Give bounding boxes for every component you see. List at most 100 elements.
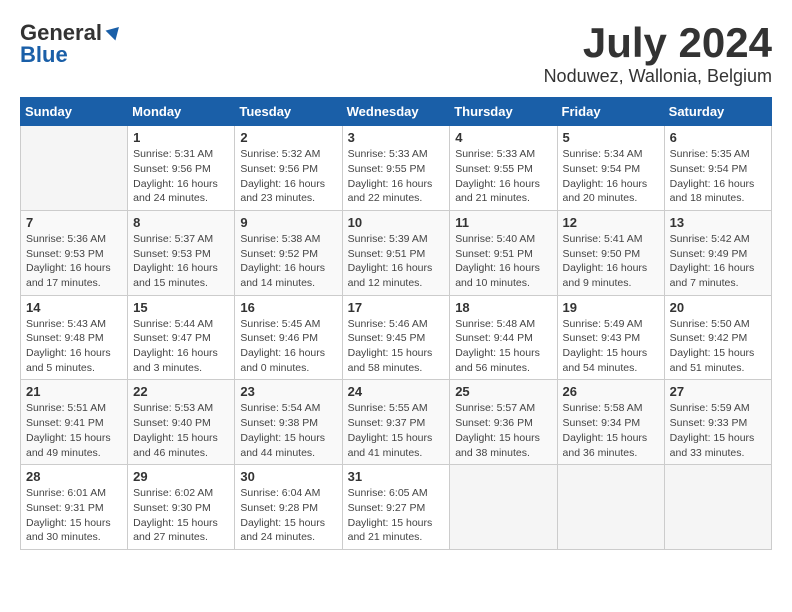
day-number: 26 bbox=[563, 384, 659, 399]
col-monday: Monday bbox=[128, 98, 235, 126]
day-info: Sunrise: 6:02 AMSunset: 9:30 PMDaylight:… bbox=[133, 486, 229, 545]
day-info: Sunrise: 5:31 AMSunset: 9:56 PMDaylight:… bbox=[133, 147, 229, 206]
table-row: 1 Sunrise: 5:31 AMSunset: 9:56 PMDayligh… bbox=[128, 126, 235, 211]
day-info: Sunrise: 5:37 AMSunset: 9:53 PMDaylight:… bbox=[133, 232, 229, 291]
day-info: Sunrise: 5:36 AMSunset: 9:53 PMDaylight:… bbox=[26, 232, 122, 291]
day-number: 12 bbox=[563, 215, 659, 230]
day-number: 15 bbox=[133, 300, 229, 315]
day-info: Sunrise: 5:45 AMSunset: 9:46 PMDaylight:… bbox=[240, 317, 336, 376]
table-row bbox=[557, 465, 664, 550]
day-number: 21 bbox=[26, 384, 122, 399]
day-info: Sunrise: 5:57 AMSunset: 9:36 PMDaylight:… bbox=[455, 401, 551, 460]
logo: General Blue bbox=[20, 20, 123, 68]
table-row: 5 Sunrise: 5:34 AMSunset: 9:54 PMDayligh… bbox=[557, 126, 664, 211]
calendar-week-row: 21 Sunrise: 5:51 AMSunset: 9:41 PMDaylig… bbox=[21, 380, 772, 465]
table-row bbox=[450, 465, 557, 550]
logo-arrow-icon bbox=[105, 23, 123, 46]
table-row: 4 Sunrise: 5:33 AMSunset: 9:55 PMDayligh… bbox=[450, 126, 557, 211]
calendar-table: Sunday Monday Tuesday Wednesday Thursday… bbox=[20, 97, 772, 550]
day-info: Sunrise: 5:55 AMSunset: 9:37 PMDaylight:… bbox=[348, 401, 445, 460]
day-info: Sunrise: 5:35 AMSunset: 9:54 PMDaylight:… bbox=[670, 147, 766, 206]
day-number: 22 bbox=[133, 384, 229, 399]
col-tuesday: Tuesday bbox=[235, 98, 342, 126]
table-row: 7 Sunrise: 5:36 AMSunset: 9:53 PMDayligh… bbox=[21, 210, 128, 295]
table-row: 10 Sunrise: 5:39 AMSunset: 9:51 PMDaylig… bbox=[342, 210, 450, 295]
col-wednesday: Wednesday bbox=[342, 98, 450, 126]
col-saturday: Saturday bbox=[664, 98, 771, 126]
table-row: 2 Sunrise: 5:32 AMSunset: 9:56 PMDayligh… bbox=[235, 126, 342, 211]
day-info: Sunrise: 6:05 AMSunset: 9:27 PMDaylight:… bbox=[348, 486, 445, 545]
day-number: 8 bbox=[133, 215, 229, 230]
day-info: Sunrise: 5:53 AMSunset: 9:40 PMDaylight:… bbox=[133, 401, 229, 460]
day-number: 9 bbox=[240, 215, 336, 230]
day-number: 19 bbox=[563, 300, 659, 315]
table-row: 14 Sunrise: 5:43 AMSunset: 9:48 PMDaylig… bbox=[21, 295, 128, 380]
day-info: Sunrise: 5:51 AMSunset: 9:41 PMDaylight:… bbox=[26, 401, 122, 460]
table-row: 11 Sunrise: 5:40 AMSunset: 9:51 PMDaylig… bbox=[450, 210, 557, 295]
day-info: Sunrise: 5:39 AMSunset: 9:51 PMDaylight:… bbox=[348, 232, 445, 291]
day-number: 16 bbox=[240, 300, 336, 315]
table-row: 23 Sunrise: 5:54 AMSunset: 9:38 PMDaylig… bbox=[235, 380, 342, 465]
day-number: 28 bbox=[26, 469, 122, 484]
day-number: 17 bbox=[348, 300, 445, 315]
table-row: 20 Sunrise: 5:50 AMSunset: 9:42 PMDaylig… bbox=[664, 295, 771, 380]
calendar-header-row: Sunday Monday Tuesday Wednesday Thursday… bbox=[21, 98, 772, 126]
table-row: 26 Sunrise: 5:58 AMSunset: 9:34 PMDaylig… bbox=[557, 380, 664, 465]
day-number: 2 bbox=[240, 130, 336, 145]
table-row: 6 Sunrise: 5:35 AMSunset: 9:54 PMDayligh… bbox=[664, 126, 771, 211]
title-block: July 2024 Noduwez, Wallonia, Belgium bbox=[544, 20, 772, 87]
table-row: 18 Sunrise: 5:48 AMSunset: 9:44 PMDaylig… bbox=[450, 295, 557, 380]
col-friday: Friday bbox=[557, 98, 664, 126]
day-info: Sunrise: 5:38 AMSunset: 9:52 PMDaylight:… bbox=[240, 232, 336, 291]
day-number: 27 bbox=[670, 384, 766, 399]
col-sunday: Sunday bbox=[21, 98, 128, 126]
calendar-week-row: 28 Sunrise: 6:01 AMSunset: 9:31 PMDaylig… bbox=[21, 465, 772, 550]
day-number: 31 bbox=[348, 469, 445, 484]
table-row: 15 Sunrise: 5:44 AMSunset: 9:47 PMDaylig… bbox=[128, 295, 235, 380]
day-info: Sunrise: 5:41 AMSunset: 9:50 PMDaylight:… bbox=[563, 232, 659, 291]
day-info: Sunrise: 5:33 AMSunset: 9:55 PMDaylight:… bbox=[348, 147, 445, 206]
day-info: Sunrise: 5:54 AMSunset: 9:38 PMDaylight:… bbox=[240, 401, 336, 460]
day-info: Sunrise: 6:01 AMSunset: 9:31 PMDaylight:… bbox=[26, 486, 122, 545]
day-info: Sunrise: 5:58 AMSunset: 9:34 PMDaylight:… bbox=[563, 401, 659, 460]
day-number: 14 bbox=[26, 300, 122, 315]
day-number: 11 bbox=[455, 215, 551, 230]
day-info: Sunrise: 5:32 AMSunset: 9:56 PMDaylight:… bbox=[240, 147, 336, 206]
day-number: 30 bbox=[240, 469, 336, 484]
calendar-week-row: 1 Sunrise: 5:31 AMSunset: 9:56 PMDayligh… bbox=[21, 126, 772, 211]
day-number: 24 bbox=[348, 384, 445, 399]
table-row: 30 Sunrise: 6:04 AMSunset: 9:28 PMDaylig… bbox=[235, 465, 342, 550]
day-info: Sunrise: 5:33 AMSunset: 9:55 PMDaylight:… bbox=[455, 147, 551, 206]
table-row: 28 Sunrise: 6:01 AMSunset: 9:31 PMDaylig… bbox=[21, 465, 128, 550]
day-number: 6 bbox=[670, 130, 766, 145]
day-number: 18 bbox=[455, 300, 551, 315]
page-header: General Blue July 2024 Noduwez, Wallonia… bbox=[20, 20, 772, 87]
col-thursday: Thursday bbox=[450, 98, 557, 126]
day-info: Sunrise: 5:43 AMSunset: 9:48 PMDaylight:… bbox=[26, 317, 122, 376]
table-row: 16 Sunrise: 5:45 AMSunset: 9:46 PMDaylig… bbox=[235, 295, 342, 380]
day-info: Sunrise: 5:48 AMSunset: 9:44 PMDaylight:… bbox=[455, 317, 551, 376]
table-row: 22 Sunrise: 5:53 AMSunset: 9:40 PMDaylig… bbox=[128, 380, 235, 465]
day-info: Sunrise: 5:34 AMSunset: 9:54 PMDaylight:… bbox=[563, 147, 659, 206]
calendar-week-row: 14 Sunrise: 5:43 AMSunset: 9:48 PMDaylig… bbox=[21, 295, 772, 380]
day-number: 23 bbox=[240, 384, 336, 399]
day-number: 13 bbox=[670, 215, 766, 230]
day-info: Sunrise: 5:50 AMSunset: 9:42 PMDaylight:… bbox=[670, 317, 766, 376]
location-subtitle: Noduwez, Wallonia, Belgium bbox=[544, 66, 772, 87]
day-info: Sunrise: 5:42 AMSunset: 9:49 PMDaylight:… bbox=[670, 232, 766, 291]
day-info: Sunrise: 5:46 AMSunset: 9:45 PMDaylight:… bbox=[348, 317, 445, 376]
table-row bbox=[664, 465, 771, 550]
day-number: 20 bbox=[670, 300, 766, 315]
day-info: Sunrise: 5:40 AMSunset: 9:51 PMDaylight:… bbox=[455, 232, 551, 291]
logo-blue-text: Blue bbox=[20, 42, 68, 68]
table-row: 31 Sunrise: 6:05 AMSunset: 9:27 PMDaylig… bbox=[342, 465, 450, 550]
table-row: 21 Sunrise: 5:51 AMSunset: 9:41 PMDaylig… bbox=[21, 380, 128, 465]
table-row: 27 Sunrise: 5:59 AMSunset: 9:33 PMDaylig… bbox=[664, 380, 771, 465]
table-row: 19 Sunrise: 5:49 AMSunset: 9:43 PMDaylig… bbox=[557, 295, 664, 380]
table-row: 29 Sunrise: 6:02 AMSunset: 9:30 PMDaylig… bbox=[128, 465, 235, 550]
day-number: 25 bbox=[455, 384, 551, 399]
table-row: 12 Sunrise: 5:41 AMSunset: 9:50 PMDaylig… bbox=[557, 210, 664, 295]
table-row: 24 Sunrise: 5:55 AMSunset: 9:37 PMDaylig… bbox=[342, 380, 450, 465]
calendar-week-row: 7 Sunrise: 5:36 AMSunset: 9:53 PMDayligh… bbox=[21, 210, 772, 295]
day-info: Sunrise: 5:59 AMSunset: 9:33 PMDaylight:… bbox=[670, 401, 766, 460]
